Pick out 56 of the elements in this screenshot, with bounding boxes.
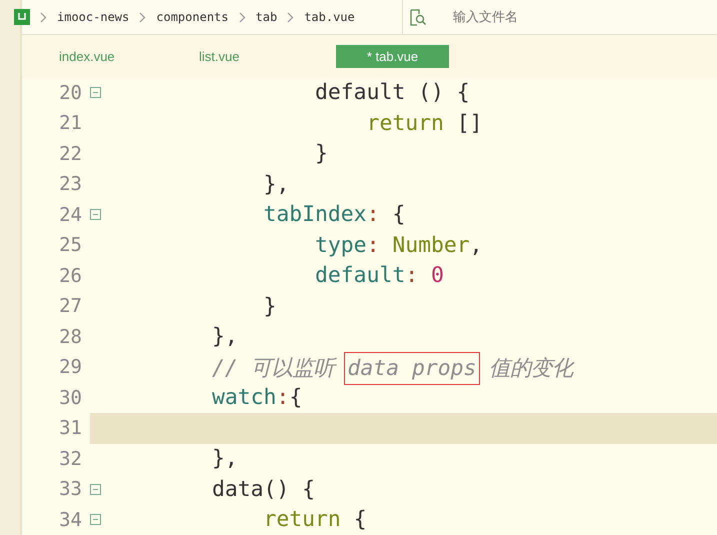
code-text: :	[405, 263, 418, 288]
line-number: 22	[58, 142, 82, 165]
code-text: {	[289, 385, 302, 410]
fold-icon[interactable]	[90, 484, 101, 495]
code-text: data() {	[211, 476, 316, 502]
line-number: 27	[58, 295, 82, 318]
code-text: Number	[391, 232, 470, 258]
project-icon	[14, 9, 30, 26]
code-comment: // 可以监听	[211, 356, 338, 381]
breadcrumb-item[interactable]: tab.vue	[304, 10, 355, 24]
line-number: 33	[58, 478, 82, 500]
code-text: ,	[470, 232, 483, 258]
code-text: []	[456, 110, 482, 136]
line-number: 28	[58, 326, 82, 348]
code-text: default	[314, 263, 406, 288]
chevron-icon	[139, 12, 146, 23]
code-text: {	[391, 202, 406, 228]
code-text: },	[211, 324, 238, 350]
code-text: watch	[211, 385, 276, 410]
search-field[interactable]: 输入文件名	[451, 8, 655, 26]
chevron-icon	[40, 12, 47, 23]
line-number: 30	[58, 386, 82, 409]
breadcrumb-item[interactable]: tab	[256, 10, 278, 24]
chevron-icon	[287, 12, 294, 23]
search-icon	[409, 8, 427, 26]
fold-icon[interactable]	[90, 87, 101, 98]
code-text: 0	[430, 263, 444, 288]
code-text: tabIndex	[262, 202, 367, 228]
code-text: type	[314, 232, 367, 258]
code-text: },	[211, 446, 238, 472]
code-text: }	[262, 294, 276, 319]
line-number: 31	[58, 417, 82, 440]
code-text: :	[276, 385, 290, 410]
line-number: 34	[58, 508, 82, 531]
line-number: 20	[58, 82, 82, 104]
line-number: 32	[58, 448, 82, 470]
code-text: }	[314, 141, 328, 166]
line-number: 24	[58, 204, 82, 226]
chevron-icon	[238, 12, 246, 23]
line-number: 23	[58, 173, 82, 196]
line-number: 29	[58, 356, 82, 378]
code-comment: 值的变化	[488, 356, 574, 381]
code-text: default () {	[314, 80, 470, 106]
line-number: 21	[58, 112, 82, 134]
code-text: {	[352, 507, 367, 532]
code-text: return	[262, 507, 341, 532]
line-number: 25	[58, 234, 82, 256]
code-text: :	[366, 232, 380, 258]
code-text: },	[262, 172, 290, 197]
code-text: :	[366, 202, 380, 228]
breadcrumb-item[interactable]: imooc-news	[57, 10, 130, 24]
line-number: 26	[58, 264, 82, 287]
breadcrumb-item[interactable]: components	[156, 10, 228, 24]
code-text: return	[366, 110, 444, 136]
fold-icon[interactable]	[90, 209, 101, 220]
fold-icon[interactable]	[90, 514, 101, 526]
